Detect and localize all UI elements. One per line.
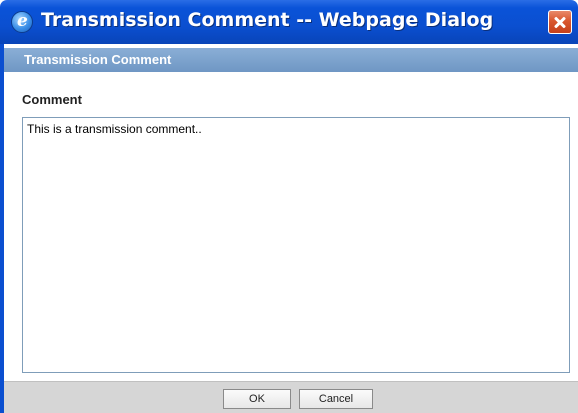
section-header: Transmission Comment <box>4 48 578 72</box>
webpage-dialog: Transmission Comment -- Webpage Dialog T… <box>0 0 578 413</box>
section-header-title: Transmission Comment <box>24 52 172 67</box>
comment-label: Comment <box>22 92 82 107</box>
comment-textarea[interactable]: This is a transmission comment.. <box>22 117 570 373</box>
ok-button[interactable]: OK <box>223 389 291 409</box>
window-title: Transmission Comment -- Webpage Dialog <box>41 9 494 31</box>
internet-explorer-icon <box>11 11 33 33</box>
cancel-button[interactable]: Cancel <box>299 389 373 409</box>
close-icon[interactable] <box>548 10 572 34</box>
button-bar: OK Cancel <box>4 381 578 413</box>
window-frame-edge <box>0 44 4 413</box>
title-bar[interactable]: Transmission Comment -- Webpage Dialog <box>0 0 578 44</box>
